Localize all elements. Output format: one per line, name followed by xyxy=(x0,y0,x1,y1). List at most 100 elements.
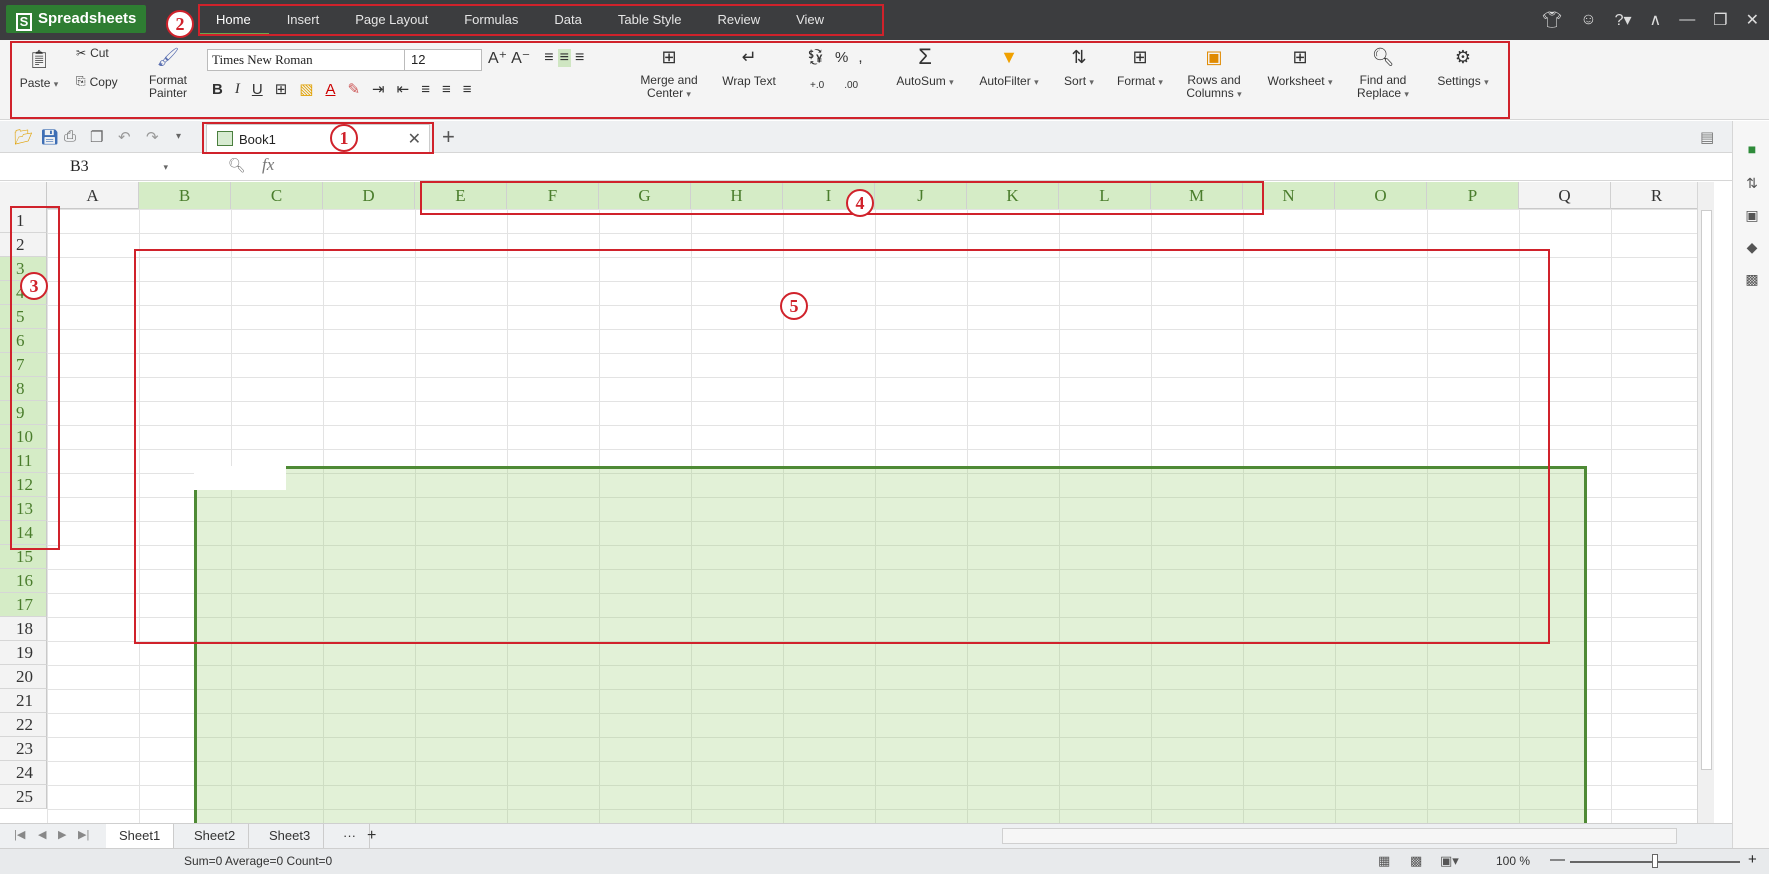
copy-button[interactable]: ⎘ Copy xyxy=(76,74,118,89)
row-header[interactable]: 25 xyxy=(0,785,47,809)
row-header[interactable]: 1 xyxy=(0,209,47,233)
column-header[interactable]: A xyxy=(47,182,139,209)
row-header[interactable]: 16 xyxy=(0,569,47,593)
align-middle-icon[interactable]: ≡ xyxy=(557,49,571,67)
sheet-tab-sheet1[interactable]: Sheet1 xyxy=(106,824,175,848)
customize-icon[interactable]: ▾ xyxy=(176,131,181,142)
sort-button[interactable]: ⇅ Sort ▾ xyxy=(1056,44,1102,88)
selection-pane-icon[interactable]: ▣ xyxy=(1743,207,1761,223)
align-bottom-icon[interactable]: ≡ xyxy=(575,49,584,67)
redo-icon[interactable]: ↷ xyxy=(146,128,159,146)
font-size-select[interactable]: 12 xyxy=(404,49,482,71)
column-header[interactable]: F xyxy=(507,182,599,209)
worksheet-button[interactable]: ⊞ Worksheet ▾ xyxy=(1258,44,1342,88)
row-header[interactable]: 11 xyxy=(0,449,47,473)
column-header[interactable]: E xyxy=(415,182,507,209)
zoom-formula-icon[interactable]: 🔍︎ xyxy=(228,157,246,174)
add-sheet-button[interactable]: + xyxy=(354,824,389,848)
paste-button[interactable]: 📋︎ Paste ▾ xyxy=(14,46,64,90)
tab-formulas[interactable]: Formulas xyxy=(446,5,536,35)
undo-icon[interactable]: ↶ xyxy=(118,128,131,146)
row-header[interactable]: 19 xyxy=(0,641,47,665)
merge-center-button[interactable]: ⊞ Merge and Center ▾ xyxy=(634,44,704,101)
print-icon[interactable]: ⎙ xyxy=(64,128,76,145)
account-icon[interactable]: ☺ xyxy=(1580,11,1596,29)
sheet-tab-sheet3[interactable]: Sheet3 xyxy=(256,824,325,848)
zoom-slider-knob[interactable] xyxy=(1652,854,1658,868)
row-header[interactable]: 18 xyxy=(0,617,47,641)
insert-function-icon[interactable]: fx xyxy=(262,155,274,175)
new-doc-icon[interactable]: ■ xyxy=(1743,141,1761,157)
active-cell[interactable] xyxy=(194,466,286,490)
wrap-text-button[interactable]: ↵ Wrap Text xyxy=(714,44,784,88)
underline-icon[interactable]: U xyxy=(252,81,263,98)
shapes-pane-icon[interactable]: ◆ xyxy=(1743,239,1761,255)
close-icon[interactable]: ✕ xyxy=(1746,10,1759,30)
column-header[interactable]: B xyxy=(139,182,231,209)
minimize-icon[interactable]: — xyxy=(1679,11,1695,29)
align-top-icon[interactable]: ≡ xyxy=(544,49,553,67)
borders-icon[interactable]: ⊞ xyxy=(275,80,288,98)
fill-color-icon[interactable]: ▧ xyxy=(299,80,313,98)
normal-view-icon[interactable]: ▦ xyxy=(1378,853,1390,869)
row-header[interactable]: 14 xyxy=(0,521,47,545)
format-button[interactable]: ⊞ Format ▾ xyxy=(1110,44,1170,88)
autosum-button[interactable]: Σ AutoSum ▾ xyxy=(890,44,960,88)
prev-sheet-icon[interactable]: ◀ xyxy=(38,828,46,841)
row-header[interactable]: 13 xyxy=(0,497,47,521)
backup-pane-icon[interactable]: ▩ xyxy=(1743,271,1761,287)
column-header[interactable]: K xyxy=(967,182,1059,209)
column-header[interactable]: H xyxy=(691,182,783,209)
row-header[interactable]: 7 xyxy=(0,353,47,377)
row-header[interactable]: 10 xyxy=(0,425,47,449)
row-header[interactable]: 12 xyxy=(0,473,47,497)
grow-font-icon[interactable]: A⁺ xyxy=(488,48,507,68)
column-header[interactable]: Q xyxy=(1519,182,1611,209)
settings-button[interactable]: ⚙ Settings ▾ xyxy=(1428,44,1498,88)
selected-range[interactable] xyxy=(194,466,1587,823)
page-break-view-icon[interactable]: ▩ xyxy=(1410,853,1422,869)
tab-menu-icon[interactable]: ▤ xyxy=(1700,128,1714,146)
row-header[interactable]: 6 xyxy=(0,329,47,353)
vertical-scrollbar[interactable] xyxy=(1697,182,1714,823)
tab-review[interactable]: Review xyxy=(699,5,778,35)
vertical-scroll-thumb[interactable] xyxy=(1701,210,1712,770)
align-center-icon[interactable]: ≡ xyxy=(442,81,451,98)
decrease-decimal-icon[interactable]: .00 xyxy=(844,80,858,91)
column-header[interactable]: L xyxy=(1059,182,1151,209)
outdent-icon[interactable]: ⇤ xyxy=(397,80,410,98)
row-header[interactable]: 2 xyxy=(0,233,47,257)
name-box-dropdown-icon[interactable]: ▾ xyxy=(163,156,168,178)
row-header[interactable]: 8 xyxy=(0,377,47,401)
row-header[interactable]: 21 xyxy=(0,689,47,713)
select-all-corner[interactable] xyxy=(0,182,47,209)
first-sheet-icon[interactable]: |◀ xyxy=(14,828,25,841)
shrink-font-icon[interactable]: A⁻ xyxy=(511,48,530,68)
tab-insert[interactable]: Insert xyxy=(269,5,338,35)
bold-icon[interactable]: B xyxy=(212,81,223,98)
column-header[interactable]: J xyxy=(875,182,967,209)
autofilter-button[interactable]: ▼ AutoFilter ▾ xyxy=(970,44,1048,88)
cut-button[interactable]: ✂ Cut xyxy=(76,46,109,60)
row-header[interactable]: 20 xyxy=(0,665,47,689)
increase-decimal-icon[interactable]: +.0 xyxy=(810,80,824,91)
column-header[interactable]: R xyxy=(1611,182,1703,209)
tab-home[interactable]: Home xyxy=(198,5,269,35)
cell-area[interactable] xyxy=(47,209,1714,823)
tab-table-style[interactable]: Table Style xyxy=(600,5,700,35)
italic-icon[interactable]: I xyxy=(235,81,240,98)
horizontal-scrollbar[interactable] xyxy=(1002,828,1677,844)
currency-icon[interactable]: 💱︎ xyxy=(806,48,825,66)
column-header[interactable]: M xyxy=(1151,182,1243,209)
tab-view[interactable]: View xyxy=(778,5,842,35)
column-header[interactable]: O xyxy=(1335,182,1427,209)
column-header[interactable]: D xyxy=(323,182,415,209)
column-header[interactable]: G xyxy=(599,182,691,209)
last-sheet-icon[interactable]: ▶| xyxy=(78,828,89,841)
row-header[interactable]: 22 xyxy=(0,713,47,737)
clear-icon[interactable]: ✎ xyxy=(347,80,360,98)
row-header[interactable]: 24 xyxy=(0,761,47,785)
format-pane-icon[interactable]: ⇅ xyxy=(1743,175,1761,191)
name-box[interactable]: B3 ▾ xyxy=(10,156,176,178)
align-left-icon[interactable]: ≡ xyxy=(421,81,430,98)
